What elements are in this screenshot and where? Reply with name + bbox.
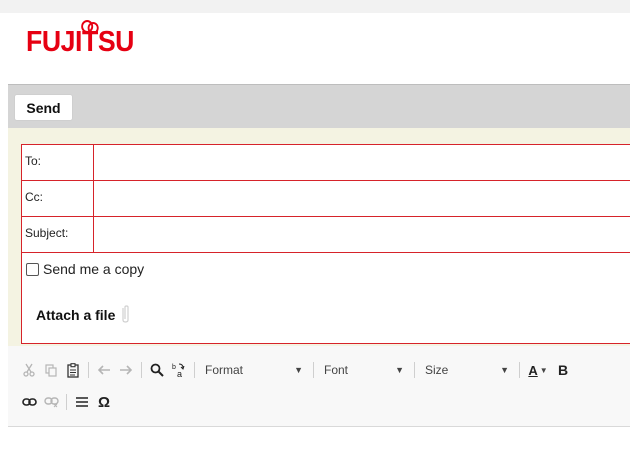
chevron-down-icon: ▼ <box>395 365 404 375</box>
logo-infinity-mark-2 <box>87 22 99 34</box>
mail-form: To: Cc: Subject: Send me a copy Attach a… <box>21 144 630 344</box>
to-field[interactable] <box>95 145 630 180</box>
action-toolbar: Send <box>8 84 630 128</box>
send-copy-checkbox[interactable] <box>26 262 39 276</box>
to-row: To: <box>22 145 630 181</box>
redo-icon[interactable] <box>115 359 137 381</box>
format-dropdown[interactable]: Format ▼ <box>199 363 309 377</box>
editor-toolbar: ba Format ▼ Font ▼ Size ▼ A ▼ B Ω <box>8 346 630 427</box>
cc-field[interactable] <box>95 181 630 216</box>
attach-file-label: Attach a file <box>36 306 116 323</box>
format-dropdown-label: Format <box>205 363 244 377</box>
attach-file-link[interactable]: Attach a file <box>36 305 131 324</box>
mail-form-panel: To: Cc: Subject: Send me a copy Attach a… <box>8 128 630 346</box>
cc-label: Cc: <box>22 181 94 216</box>
special-character-button[interactable]: Ω <box>93 391 115 413</box>
size-dropdown[interactable]: Size ▼ <box>419 363 515 377</box>
omega-icon: Ω <box>97 393 111 411</box>
message-body-editor[interactable] <box>8 427 630 460</box>
send-button[interactable]: Send <box>14 94 73 121</box>
toolbar-separator <box>66 394 67 410</box>
undo-icon[interactable] <box>93 359 115 381</box>
toolbar-separator <box>414 362 415 378</box>
toolbar-separator <box>141 362 142 378</box>
find-icon[interactable] <box>146 359 168 381</box>
logo-text: FUJITSU <box>26 26 134 58</box>
cut-icon[interactable] <box>18 359 40 381</box>
unlink-icon[interactable] <box>40 391 62 413</box>
bold-button[interactable]: B <box>552 359 574 381</box>
editor-toolbar-row-1: ba Format ▼ Font ▼ Size ▼ A ▼ B <box>18 357 574 383</box>
send-copy-row: Send me a copy <box>26 261 144 277</box>
copy-icon[interactable] <box>40 359 62 381</box>
to-label: To: <box>22 145 94 180</box>
toolbar-separator <box>194 362 195 378</box>
font-dropdown-label: Font <box>324 363 349 377</box>
paste-icon[interactable] <box>62 359 84 381</box>
toolbar-separator <box>313 362 314 378</box>
horizontal-rule-icon[interactable] <box>71 391 93 413</box>
fujitsu-logo: FUJITSU <box>26 20 134 58</box>
font-color-icon: A <box>528 362 538 378</box>
send-copy-label: Send me a copy <box>43 261 145 277</box>
bold-icon: B <box>557 362 569 378</box>
font-color-button[interactable]: A ▼ <box>524 359 552 381</box>
paperclip-icon <box>120 305 131 324</box>
chevron-down-icon: ▼ <box>539 365 548 375</box>
top-strip <box>0 0 630 13</box>
subject-label: Subject: <box>22 217 94 252</box>
editor-toolbar-row-2: Ω <box>18 389 115 415</box>
subject-row: Subject: <box>22 217 630 253</box>
toolbar-separator <box>88 362 89 378</box>
chevron-down-icon: ▼ <box>294 365 303 375</box>
font-dropdown[interactable]: Font ▼ <box>318 363 410 377</box>
link-icon[interactable] <box>18 391 40 413</box>
size-dropdown-label: Size <box>425 363 449 377</box>
subject-field[interactable] <box>95 217 630 252</box>
svg-text:a: a <box>177 369 182 378</box>
toolbar-separator <box>519 362 520 378</box>
svg-text:b: b <box>172 364 176 371</box>
replace-icon[interactable]: ba <box>168 359 190 381</box>
chevron-down-icon: ▼ <box>500 365 509 375</box>
cc-row: Cc: <box>22 181 630 217</box>
